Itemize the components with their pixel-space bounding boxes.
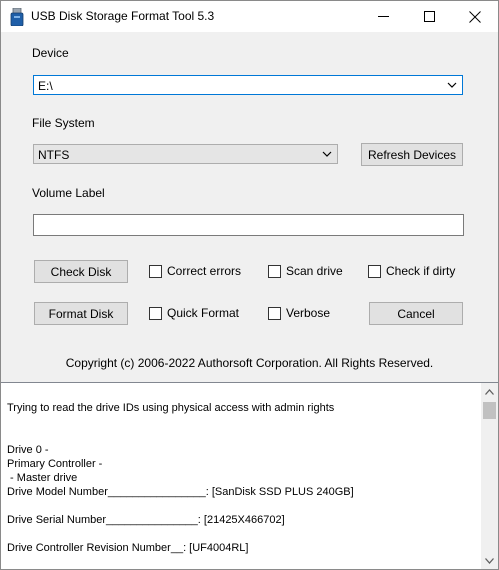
log-line: Drive Model Number________________: [San… — [7, 486, 354, 498]
quick-format-checkbox[interactable]: Quick Format — [149, 306, 239, 320]
check-if-dirty-checkbox[interactable]: Check if dirty — [368, 264, 455, 278]
verbose-checkbox[interactable]: Verbose — [268, 306, 330, 320]
close-icon — [469, 10, 481, 23]
maximize-button[interactable] — [406, 1, 452, 32]
chevron-down-icon — [485, 557, 494, 564]
title-bar[interactable]: USB Disk Storage Format Tool 5.3 — [1, 1, 498, 32]
volume-label-input[interactable] — [33, 214, 464, 236]
chevron-down-icon — [447, 82, 457, 88]
log-text-area: Trying to read the drive IDs using physi… — [7, 401, 476, 569]
log-line: - Master drive — [7, 472, 78, 484]
minimize-button[interactable] — [360, 1, 406, 32]
checkbox-box[interactable] — [268, 306, 281, 320]
log-output[interactable]: Trying to read the drive IDs using physi… — [1, 382, 498, 569]
check-if-dirty-label: Check if dirty — [386, 264, 456, 278]
scrollbar-thumb[interactable] — [483, 402, 496, 419]
format-disk-button[interactable]: Format Disk — [34, 302, 128, 325]
log-line: Trying to read the drive IDs using physi… — [7, 402, 335, 414]
usb-drive-icon — [10, 8, 24, 26]
device-value: E:\ — [38, 79, 53, 93]
checkbox-box[interactable] — [268, 264, 281, 278]
window-title: USB Disk Storage Format Tool 5.3 — [31, 9, 215, 23]
log-line: Drive Controller Revision Number__: [UF4… — [7, 542, 249, 554]
volume-label-label: Volume Label — [32, 186, 105, 200]
device-dropdown[interactable]: E:\ — [33, 75, 463, 95]
close-button[interactable] — [452, 1, 498, 32]
checkbox-box[interactable] — [368, 264, 381, 278]
chevron-up-icon — [485, 388, 494, 395]
scan-drive-checkbox[interactable]: Scan drive — [268, 264, 343, 278]
correct-errors-label: Correct errors — [167, 264, 242, 278]
filesystem-dropdown[interactable]: NTFS — [33, 144, 338, 164]
filesystem-label: File System — [32, 116, 95, 130]
log-line: Drive 0 - — [7, 444, 49, 456]
minimize-icon — [377, 16, 389, 17]
scan-drive-label: Scan drive — [286, 264, 343, 278]
verbose-label: Verbose — [286, 306, 331, 320]
device-label: Device — [32, 46, 69, 60]
quick-format-label: Quick Format — [167, 306, 240, 320]
checkbox-box[interactable] — [149, 306, 162, 320]
filesystem-value: NTFS — [38, 148, 70, 162]
copyright-text: Copyright (c) 2006-2022 Authorsoft Corpo… — [65, 356, 434, 370]
scroll-down-button[interactable] — [481, 552, 498, 569]
check-disk-button[interactable]: Check Disk — [34, 260, 128, 283]
checkbox-box[interactable] — [149, 264, 162, 278]
cancel-button[interactable]: Cancel — [369, 302, 463, 325]
log-line: Primary Controller - — [7, 458, 103, 470]
maximize-icon — [423, 11, 435, 22]
app-window: USB Disk Storage Format Tool 5.3 Device … — [0, 0, 499, 570]
refresh-devices-button[interactable]: Refresh Devices — [361, 143, 463, 166]
scroll-up-button[interactable] — [481, 383, 498, 400]
vertical-scrollbar[interactable] — [481, 383, 498, 569]
chevron-down-icon — [322, 151, 332, 157]
log-line: Drive Serial Number_______________: [214… — [7, 514, 285, 526]
correct-errors-checkbox[interactable]: Correct errors — [149, 264, 241, 278]
